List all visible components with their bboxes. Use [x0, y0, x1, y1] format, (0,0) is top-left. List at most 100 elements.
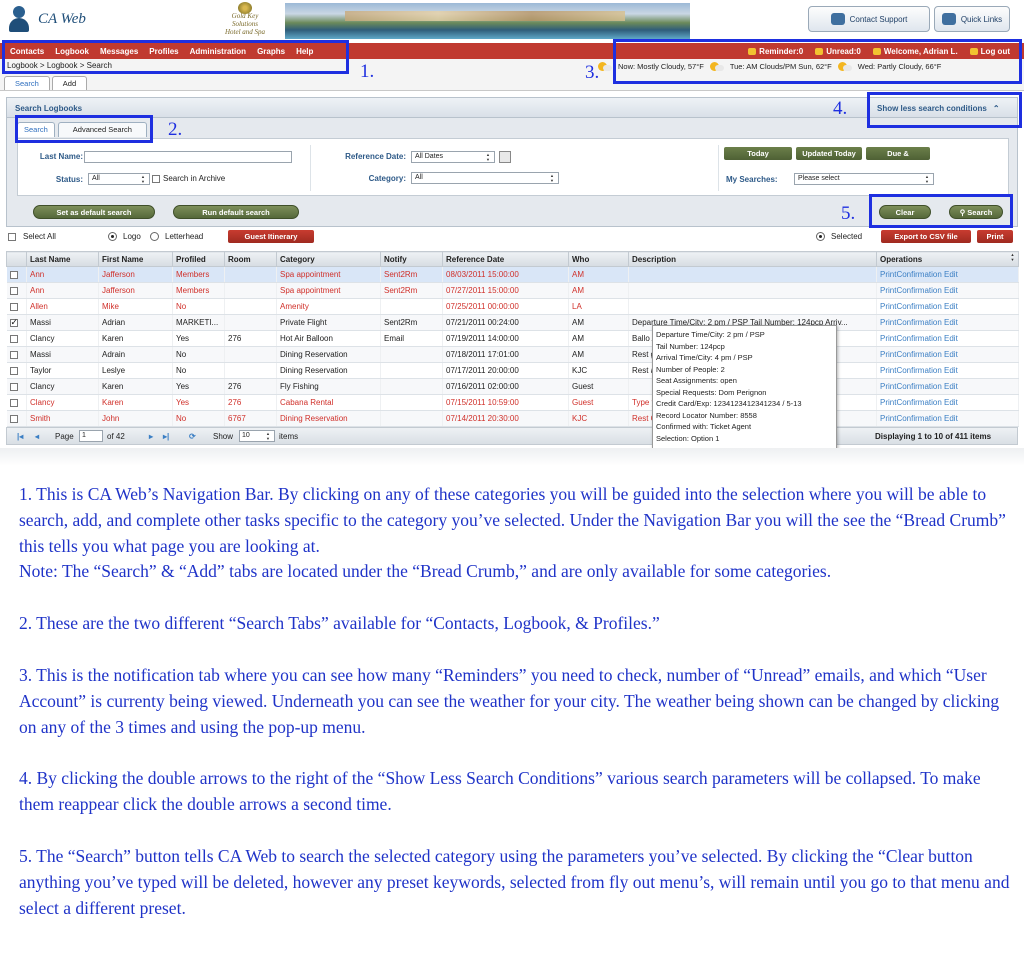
refresh-icon[interactable]: ⟳: [189, 432, 196, 441]
updated-today-button[interactable]: Updated Today: [796, 147, 862, 160]
row-operations[interactable]: PrintConfirmation Edit: [876, 330, 1019, 347]
table-cell: Clancy: [26, 330, 99, 347]
print-button[interactable]: Print: [977, 230, 1013, 243]
guest-itinerary-button[interactable]: Guest Itinerary: [228, 230, 314, 243]
selected-radio[interactable]: [816, 232, 825, 241]
row-checkbox[interactable]: [9, 414, 18, 423]
tab-add[interactable]: Add: [51, 76, 88, 90]
row-checkbox[interactable]: [9, 286, 18, 295]
status-select[interactable]: All: [88, 173, 150, 185]
table-row[interactable]: Ann Jafferson Members Spa appointment Sent2R…: [6, 266, 1019, 283]
quick-links-button[interactable]: Quick Links: [934, 6, 1010, 32]
table-cell: 08/03/2011 15:00:00: [442, 266, 569, 283]
table-cell: [380, 410, 443, 427]
table-cell: [628, 282, 877, 299]
row-checkbox[interactable]: [9, 382, 18, 391]
tab-search[interactable]: Search: [4, 76, 50, 90]
column-header[interactable]: [6, 251, 27, 267]
row-operations[interactable]: PrintConfirmation Edit: [876, 394, 1019, 411]
table-row[interactable]: Clancy Karen Yes 276 Fly Fishing 07/16/2011 0…: [6, 378, 1019, 395]
last-name-input[interactable]: [84, 151, 292, 163]
prev-page-icon[interactable]: ◂: [35, 432, 39, 441]
table-row[interactable]: Massi Adrain No Dining Reservation 07/18/201…: [6, 346, 1019, 363]
tooltip-line: Arrival Time/City: 4 pm / PSP: [656, 353, 753, 362]
table-cell: No: [172, 362, 225, 379]
calendar-icon[interactable]: [499, 151, 511, 163]
row-checkbox[interactable]: [9, 302, 18, 311]
row-checkbox[interactable]: [9, 317, 18, 328]
table-cell: Jafferson: [98, 282, 173, 299]
search-panel-header: Search Logbooks Show less search conditi…: [7, 98, 1017, 118]
table-cell: AM: [568, 330, 629, 347]
callout-box-search-tabs: [15, 115, 153, 143]
column-header[interactable]: Who: [568, 251, 629, 267]
table-cell: Mike: [98, 298, 173, 315]
letterhead-radio[interactable]: [150, 232, 159, 241]
row-operations[interactable]: PrintConfirmation Edit: [876, 410, 1019, 427]
hotel-emblem-icon: [238, 2, 252, 14]
table-cell: 07/21/2011 00:24:00: [442, 314, 569, 331]
row-checkbox[interactable]: [9, 398, 18, 407]
table-row[interactable]: Taylor Leslye No Dining Reservation 07/17/20…: [6, 362, 1019, 379]
table-row[interactable]: Ann Jafferson Members Spa appointment Sent2R…: [6, 282, 1019, 299]
table-cell: [628, 298, 877, 315]
app-logo[interactable]: CA Web: [8, 6, 86, 32]
column-header[interactable]: Reference Date: [442, 251, 569, 267]
reference-date-select[interactable]: All Dates: [411, 151, 495, 163]
table-row[interactable]: Clancy Karen Yes 276 Cabana Rental 07/15/2011…: [6, 394, 1019, 411]
table-cell: [380, 394, 443, 411]
page-tabs: Search Add: [4, 76, 88, 90]
table-cell: Smith: [26, 410, 99, 427]
set-default-search-button[interactable]: Set as default search: [33, 205, 155, 219]
contact-support-button[interactable]: Contact Support: [808, 6, 930, 32]
row-operations[interactable]: PrintConfirmation Edit: [876, 346, 1019, 363]
row-operations[interactable]: PrintConfirmation Edit: [876, 378, 1019, 395]
my-searches-select[interactable]: Please select: [794, 173, 934, 185]
table-cell: 07/16/2011 02:00:00: [442, 378, 569, 395]
row-checkbox[interactable]: [9, 366, 18, 375]
logo-radio[interactable]: [108, 232, 117, 241]
table-row[interactable]: Clancy Karen Yes 276 Hot Air Balloon Email 07/…: [6, 330, 1019, 347]
table-cell: Karen: [98, 378, 173, 395]
column-header[interactable]: Last Name: [26, 251, 99, 267]
column-header[interactable]: Notify: [380, 251, 443, 267]
row-operations[interactable]: PrintConfirmation Edit: [876, 362, 1019, 379]
table-cell: Dining Reservation: [276, 362, 381, 379]
row-checkbox[interactable]: [9, 350, 18, 359]
today-button[interactable]: Today: [724, 147, 792, 160]
tooltip-line: Selection: Option 1: [656, 433, 720, 443]
column-header[interactable]: Room: [224, 251, 277, 267]
row-operations[interactable]: PrintConfirmation Edit: [876, 298, 1019, 315]
callout-box-show-less: [867, 92, 1022, 128]
select-all-checkbox[interactable]: [8, 233, 16, 241]
next-page-icon[interactable]: ▸: [149, 432, 153, 441]
page-size-select[interactable]: 10: [239, 430, 275, 442]
table-cell: [224, 314, 277, 331]
row-checkbox[interactable]: [9, 270, 18, 279]
column-header[interactable]: Description: [628, 251, 877, 267]
due-overdue-button[interactable]: Due & Overdue: [866, 147, 930, 171]
row-operations[interactable]: PrintConfirmation Edit: [876, 314, 1019, 331]
column-header[interactable]: Category: [276, 251, 381, 267]
search-archive-checkbox[interactable]: [152, 175, 160, 183]
export-csv-button[interactable]: Export to CSV file: [881, 230, 971, 243]
run-default-search-button[interactable]: Run default search: [173, 205, 299, 219]
row-operations[interactable]: PrintConfirmation Edit: [876, 282, 1019, 299]
last-page-icon[interactable]: ▸|: [163, 432, 169, 441]
table-cell: MARKETI...: [172, 314, 225, 331]
table-row[interactable]: Smith John No 6767 Dining Reservation 07/14/2…: [6, 410, 1019, 427]
first-page-icon[interactable]: |◂: [17, 432, 23, 441]
table-row[interactable]: MassiAdrianMARKETI... Private FlightSent2…: [6, 314, 1019, 331]
column-header[interactable]: Operations: [876, 251, 1019, 267]
support-icon: [830, 13, 845, 25]
callout-number-1: 1.: [360, 61, 375, 82]
row-operations[interactable]: PrintConfirmation Edit: [876, 266, 1019, 283]
tooltip-line: Number of People: 2: [656, 364, 725, 374]
search-archive-label: Search in Archive: [163, 174, 226, 183]
row-checkbox[interactable]: [9, 334, 18, 343]
column-header[interactable]: Profiled: [172, 251, 225, 267]
table-row[interactable]: Allen Mike No Amenity 07/25/2011 00:00:00 LA P…: [6, 298, 1019, 315]
page-input[interactable]: 1: [79, 430, 103, 442]
column-header[interactable]: First Name: [98, 251, 173, 267]
category-select[interactable]: All: [411, 172, 559, 184]
